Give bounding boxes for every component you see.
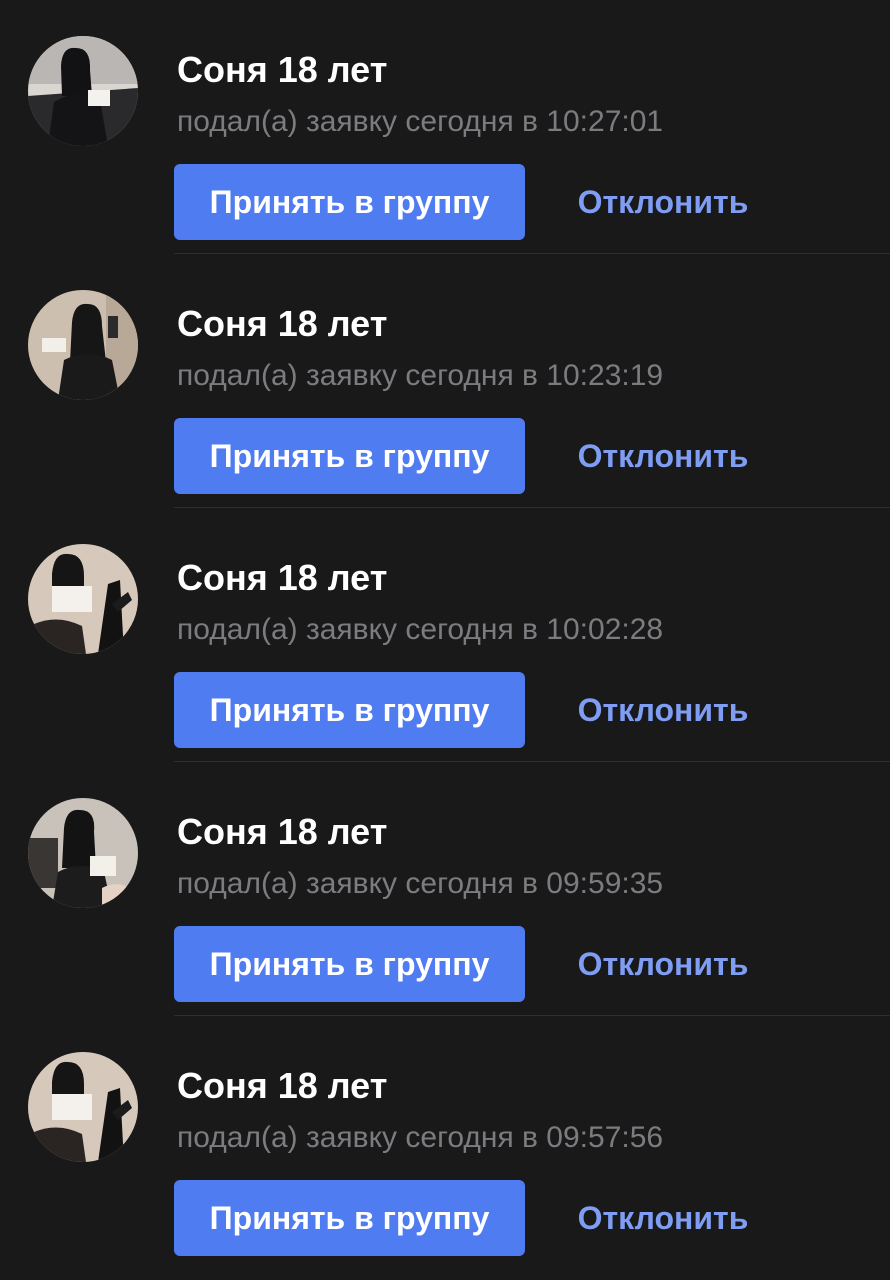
applicant-name[interactable]: Соня 18 лет <box>177 50 387 90</box>
decline-button[interactable]: Отклонить <box>560 418 766 494</box>
decline-button[interactable]: Отклонить <box>560 672 766 748</box>
decline-button[interactable]: Отклонить <box>560 1180 766 1256</box>
decline-button[interactable]: Отклонить <box>560 926 766 1002</box>
avatar[interactable] <box>28 544 138 654</box>
avatar[interactable] <box>28 290 138 400</box>
request-timestamp: подал(а) заявку сегодня в 10:23:19 <box>177 359 664 392</box>
join-request-item: Соня 18 лет подал(а) заявку сегодня в 09… <box>0 762 890 1016</box>
applicant-name[interactable]: Соня 18 лет <box>177 304 387 344</box>
avatar[interactable] <box>28 1052 138 1162</box>
request-timestamp: подал(а) заявку сегодня в 09:57:56 <box>177 1121 664 1154</box>
join-request-item: Соня 18 лет подал(а) заявку сегодня в 10… <box>0 0 890 254</box>
join-requests-list: Соня 18 лет подал(а) заявку сегодня в 10… <box>0 0 890 1280</box>
avatar[interactable] <box>28 798 138 908</box>
accept-to-group-button[interactable]: Принять в группу <box>174 1180 525 1256</box>
decline-button[interactable]: Отклонить <box>560 164 766 240</box>
join-request-item: Соня 18 лет подал(а) заявку сегодня в 09… <box>0 1016 890 1270</box>
request-timestamp: подал(а) заявку сегодня в 10:27:01 <box>177 105 664 138</box>
applicant-name[interactable]: Соня 18 лет <box>177 1066 387 1106</box>
avatar[interactable] <box>28 36 138 146</box>
accept-to-group-button[interactable]: Принять в группу <box>174 164 525 240</box>
applicant-name[interactable]: Соня 18 лет <box>177 812 387 852</box>
accept-to-group-button[interactable]: Принять в группу <box>174 926 525 1002</box>
request-timestamp: подал(а) заявку сегодня в 10:02:28 <box>177 613 664 646</box>
join-request-item: Соня 18 лет подал(а) заявку сегодня в 10… <box>0 254 890 508</box>
join-request-item: Соня 18 лет подал(а) заявку сегодня в 10… <box>0 508 890 762</box>
applicant-name[interactable]: Соня 18 лет <box>177 558 387 598</box>
accept-to-group-button[interactable]: Принять в группу <box>174 672 525 748</box>
request-timestamp: подал(а) заявку сегодня в 09:59:35 <box>177 867 664 900</box>
accept-to-group-button[interactable]: Принять в группу <box>174 418 525 494</box>
